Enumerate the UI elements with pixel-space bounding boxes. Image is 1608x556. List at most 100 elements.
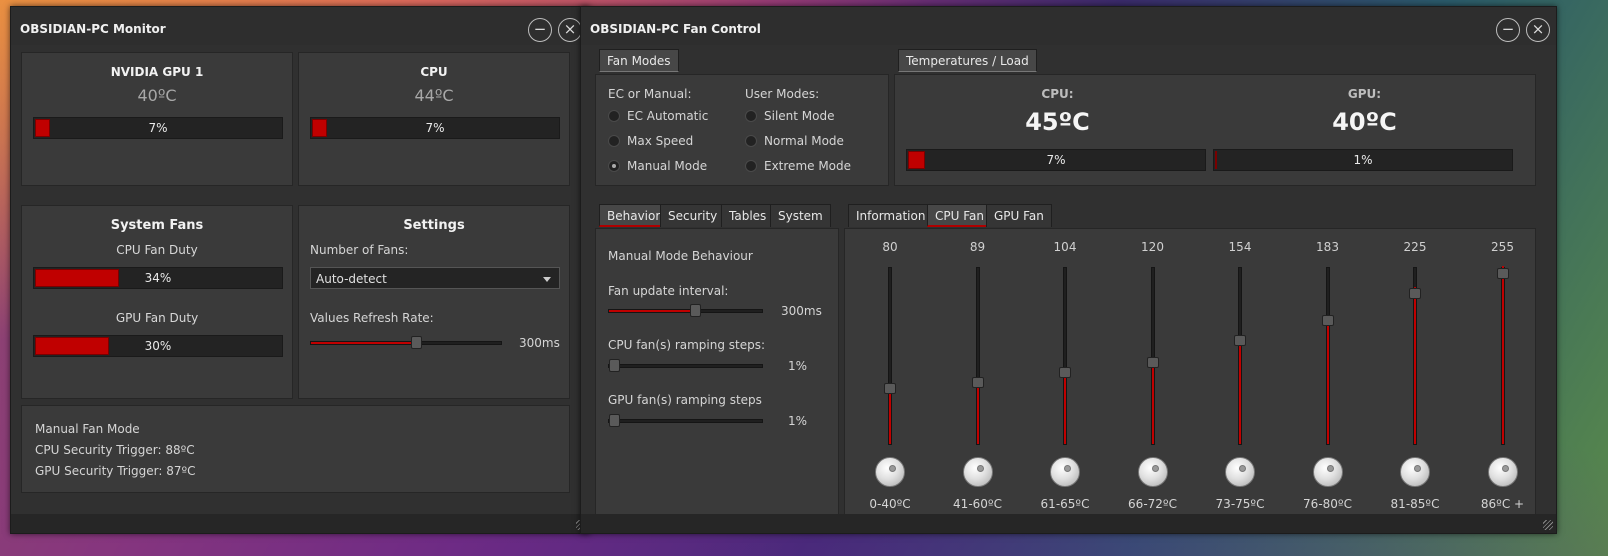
gpu-fan-duty-label: GPU Fan Duty (115, 311, 199, 325)
fan-control-window[interactable]: OBSIDIAN-PC Fan Control − × Fan Modes EC… (580, 6, 1557, 534)
curve-point-handle[interactable] (971, 377, 984, 388)
curve-point-slider[interactable] (1321, 267, 1334, 445)
tab-gpu-fan[interactable]: GPU Fan (986, 204, 1052, 227)
gpu-ramp-slider[interactable] (608, 414, 763, 427)
refresh-rate-handle[interactable] (411, 336, 422, 349)
curve-point-range: 61-65ºC (1040, 497, 1090, 511)
tab-behavior[interactable]: Behavior (599, 204, 669, 227)
minimize-icon[interactable]: − (528, 18, 552, 42)
tab-temperatures-load[interactable]: Temperatures / Load (898, 49, 1037, 72)
refresh-rate-fill (311, 342, 416, 344)
curve-point-slider[interactable] (1496, 266, 1509, 445)
extreme-mode-label: Extreme Mode (764, 159, 852, 173)
fan-control-titlebar[interactable]: OBSIDIAN-PC Fan Control − × (581, 7, 1556, 45)
gpu-temp: 40ºC (137, 86, 177, 105)
curve-point-handle[interactable] (1321, 315, 1334, 326)
cpu-temp-label: CPU: (1041, 87, 1074, 101)
cpu-fan-duty-bar: 34% (33, 267, 283, 289)
fan-dial-icon[interactable] (1312, 457, 1343, 487)
curve-point-handle[interactable] (1146, 357, 1159, 368)
close-icon[interactable]: × (1526, 18, 1550, 42)
curve-point-handle[interactable] (1059, 367, 1071, 378)
resize-grip-icon[interactable] (1543, 520, 1553, 530)
curve-point-value: 104 (1053, 240, 1077, 254)
tab-information[interactable]: Information (848, 204, 934, 227)
gpu-temp-value: 40ºC (1332, 108, 1397, 136)
mode-info-panel: Manual Fan Mode CPU Security Trigger: 88… (21, 405, 570, 493)
curve-point-value: 80 (882, 240, 898, 254)
monitor-statusbar (11, 514, 589, 533)
curve-point-slider[interactable] (884, 267, 896, 445)
curve-point-fill (1414, 287, 1416, 444)
tab-security[interactable]: Security (660, 204, 726, 227)
tab-cpu-fan[interactable]: CPU Fan (927, 204, 992, 227)
curve-point-fill (889, 389, 891, 444)
radio-extreme-mode[interactable] (745, 160, 757, 172)
curve-point-fill (1064, 371, 1066, 444)
fan-dial-icon[interactable] (1225, 457, 1255, 487)
silent-mode-label: Silent Mode (764, 109, 835, 123)
curve-point-slider[interactable] (1146, 267, 1159, 445)
monitor-window[interactable]: OBSIDIAN-PC Monitor − × NVIDIA GPU 1 40º… (10, 6, 590, 534)
fan-dial-icon[interactable] (1050, 457, 1080, 487)
ec-automatic-label: EC Automatic (627, 109, 709, 123)
gpu-ramp-handle[interactable] (609, 414, 620, 427)
number-of-fans-dropdown[interactable]: Auto-detect (310, 267, 560, 289)
tab-fan-modes[interactable]: Fan Modes (599, 49, 679, 72)
gpu-temp-load-text: 1% (1353, 153, 1373, 167)
cpu-ramp-handle[interactable] (609, 359, 620, 372)
radio-silent-mode[interactable] (745, 110, 757, 122)
curve-point-handle[interactable] (1409, 288, 1421, 299)
fan-dial-icon[interactable] (1487, 457, 1518, 487)
curve-point-slider[interactable] (1234, 267, 1246, 445)
curve-point-slider[interactable] (1409, 267, 1421, 445)
fan-dial-icon[interactable] (1137, 457, 1168, 487)
gpu-security-trigger-text: GPU Security Trigger: 87ºC (35, 464, 196, 478)
radio-normal-mode[interactable] (745, 135, 757, 147)
gpu-load-bar: 7% (33, 117, 283, 139)
radio-manual-mode[interactable] (608, 160, 620, 172)
gpu-title: NVIDIA GPU 1 (110, 65, 204, 79)
curve-point-value: 154 (1228, 240, 1252, 254)
curve-point-range: 41-60ºC (953, 497, 1002, 511)
curve-point-range: 73-75ºC (1215, 497, 1265, 511)
curve-point-value: 120 (1141, 240, 1164, 254)
curve-point-handle[interactable] (1496, 268, 1509, 279)
refresh-rate-value: 300ms (519, 336, 560, 350)
tab-tables[interactable]: Tables (721, 204, 775, 227)
cpu-fan-duty-label: CPU Fan Duty (116, 243, 198, 257)
close-icon[interactable]: × (558, 18, 582, 42)
update-interval-handle[interactable] (690, 304, 701, 317)
curve-point-slider[interactable] (1059, 267, 1071, 445)
update-interval-slider[interactable] (608, 304, 763, 317)
fan-mode-text: Manual Fan Mode (35, 422, 140, 436)
curve-point-range: 0-40ºC (869, 497, 911, 511)
curve-point-handle[interactable] (1234, 335, 1246, 346)
cpu-temp-load-text: 7% (1046, 153, 1066, 167)
update-interval-fill (609, 310, 695, 312)
gpu-fan-duty-bar: 30% (33, 335, 283, 357)
gpu-temp-load-bar: 1% (1213, 149, 1513, 171)
monitor-title: OBSIDIAN-PC Monitor (20, 22, 166, 36)
monitor-titlebar[interactable]: OBSIDIAN-PC Monitor − × (11, 7, 589, 45)
fan-control-title: OBSIDIAN-PC Fan Control (590, 22, 761, 36)
refresh-rate-slider[interactable] (310, 336, 502, 349)
curve-point-handle[interactable] (884, 383, 896, 394)
fan-dial-icon[interactable] (962, 457, 993, 487)
minimize-icon[interactable]: − (1496, 18, 1520, 42)
curve-point-fill (1151, 360, 1154, 444)
chevron-down-icon (543, 277, 551, 282)
cpu-ramp-slider[interactable] (608, 359, 763, 372)
radio-ec-automatic[interactable] (608, 110, 620, 122)
tab-system[interactable]: System (770, 204, 831, 227)
fan-dial-icon[interactable] (1400, 457, 1430, 487)
gpu-load-text: 7% (148, 121, 168, 135)
radio-max-speed[interactable] (608, 135, 620, 147)
curve-point-slider[interactable] (971, 267, 984, 445)
manual-mode-label: Manual Mode (627, 159, 708, 173)
temperatures-panel: CPU: 45ºC 7% GPU: 40ºC 1% (894, 74, 1536, 186)
gpu-ramp-label: GPU fan(s) ramping steps (608, 393, 762, 407)
system-fans-panel: System Fans CPU Fan Duty 34% GPU Fan Dut… (21, 205, 293, 399)
fan-dial-icon[interactable] (875, 457, 905, 487)
gpu-temp-label: GPU: (1347, 87, 1382, 101)
